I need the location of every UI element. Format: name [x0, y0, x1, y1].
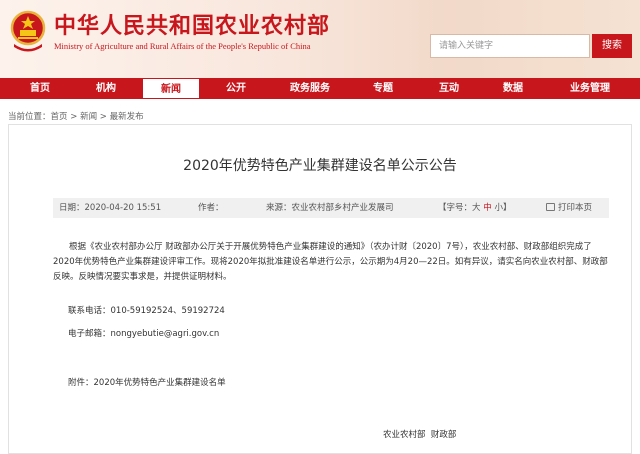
source-label: 来源： [266, 203, 292, 213]
breadcrumb-news[interactable]: 新闻 [80, 112, 97, 122]
article-paragraph: 根据《农业农村部办公厅 财政部办公厅关于开展优势特色产业集群建设的通知》（农办计… [53, 242, 608, 282]
breadcrumb: 当前位置：首页 > 新闻 > 最新发布 [8, 110, 144, 122]
breadcrumb-home[interactable]: 首页 [51, 112, 68, 122]
breadcrumb-separator: > [97, 112, 110, 122]
article-meta-bar: 日期：2020-04-20 15:51 作者： 来源：农业农村部乡村产业发展司 … [53, 198, 609, 218]
nav-item-public[interactable]: 公开 [206, 78, 266, 99]
date-value: 2020-04-20 15:51 [84, 203, 162, 213]
font-small-button[interactable]: 小 [494, 203, 503, 213]
nav-item-home[interactable]: 首页 [10, 78, 70, 99]
author-label: 作者： [198, 203, 224, 213]
nav-item-organization[interactable]: 机构 [76, 78, 136, 99]
site-header: 中华人民共和国农业农村部 Ministry of Agriculture and… [0, 0, 640, 78]
source-value: 农业农村部乡村产业发展司 [291, 203, 394, 213]
search-button[interactable]: 搜索 [592, 34, 632, 58]
article-author: 作者： [198, 198, 224, 218]
printer-icon [546, 203, 555, 211]
print-label: 打印本页 [558, 203, 593, 213]
nav-item-services[interactable]: 政务服务 [278, 78, 342, 99]
article-source: 来源：农业农村部乡村产业发展司 [266, 198, 394, 218]
breadcrumb-latest[interactable]: 最新发布 [110, 112, 144, 122]
attachment-link[interactable]: 附件：2020年优势特色产业集群建设名单 [68, 376, 226, 391]
article-date: 日期：2020-04-20 15:51 [59, 198, 161, 218]
article-signature: 农业农村部 财政部 [383, 430, 457, 440]
nav-item-interaction[interactable]: 互动 [420, 78, 478, 99]
font-medium-button[interactable]: 中 [483, 203, 492, 213]
date-label: 日期： [59, 203, 85, 213]
national-emblem-icon [10, 10, 46, 52]
font-size-close: 】 [502, 203, 512, 213]
print-button[interactable]: 打印本页 [546, 198, 592, 218]
font-size-control: 【字号：大 中 小】 [438, 198, 511, 218]
font-large-button[interactable]: 大 [472, 203, 481, 213]
search-input[interactable]: 请输入关键字 [430, 34, 590, 58]
nav-item-data[interactable]: 数据 [484, 78, 542, 99]
nav-item-news[interactable]: 新闻 [142, 78, 200, 99]
font-size-label: 【字号： [438, 203, 473, 213]
nav-item-business[interactable]: 业务管理 [552, 78, 628, 99]
nav-item-topics[interactable]: 专题 [354, 78, 412, 99]
breadcrumb-prefix: 当前位置： [8, 112, 51, 122]
breadcrumb-separator: > [67, 112, 81, 122]
article-title: 2020年优势特色产业集群建设名单公示公告 [183, 158, 457, 174]
contact-phone: 联系电话：010-59192524、59192724 [68, 306, 225, 316]
site-title: 中华人民共和国农业农村部 [54, 14, 331, 39]
contact-email: 电子邮箱：nongyebutie@agri.gov.cn [68, 329, 220, 339]
site-subtitle: Ministry of Agriculture and Rural Affair… [54, 41, 311, 51]
main-nav: 首页 机构 新闻 公开 政务服务 专题 互动 数据 业务管理 [0, 78, 640, 99]
